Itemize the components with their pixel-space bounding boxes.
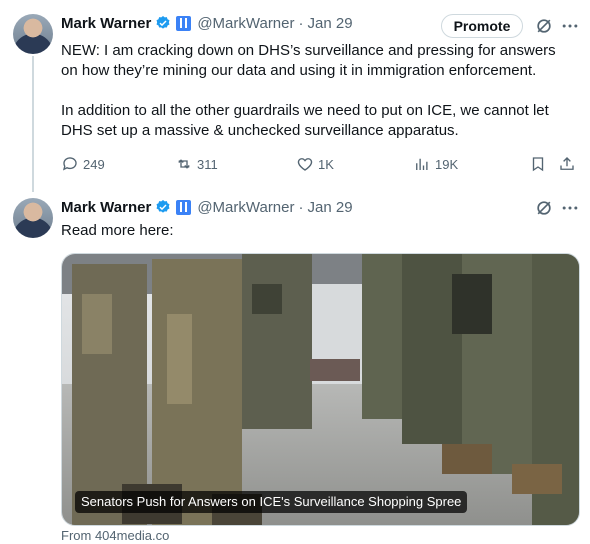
like-icon [297, 158, 313, 171]
author-name[interactable]: Mark Warner [61, 199, 151, 216]
article-image [62, 254, 579, 525]
like-button[interactable]: 1K [296, 154, 334, 174]
tweet-header: Mark Warner @MarkWarner · Jan 29 [61, 196, 353, 218]
avatar[interactable] [13, 14, 53, 54]
views-button[interactable]: 19K [413, 154, 458, 174]
verified-badge-icon [155, 15, 171, 31]
flag-badge-icon [176, 15, 192, 31]
avatar[interactable] [13, 198, 53, 238]
reply-button[interactable]: 249 [61, 154, 105, 174]
promote-button[interactable]: Promote [441, 14, 523, 38]
reply-icon [62, 157, 77, 171]
repost-button[interactable]: 311 [175, 154, 218, 174]
views-icon [416, 158, 428, 170]
grok-icon[interactable] [534, 198, 554, 218]
thread-line [32, 56, 34, 192]
tweet-date[interactable]: Jan 29 [308, 199, 353, 216]
views-count: 19K [435, 156, 459, 172]
link-card[interactable]: Senators Push for Answers on ICE's Surve… [61, 253, 580, 526]
card-source[interactable]: From 404media.co [61, 528, 169, 543]
repost-count: 311 [197, 156, 218, 172]
separator: · [298, 14, 304, 32]
share-icon [560, 157, 574, 170]
bookmark-icon [532, 157, 544, 172]
tweet-header: Mark Warner @MarkWarner · Jan 29 [61, 12, 353, 34]
repost-icon [178, 159, 190, 169]
tweet-actions: 249 311 1K 19K [61, 154, 581, 174]
more-icon[interactable] [560, 16, 580, 36]
like-count: 1K [318, 156, 334, 172]
separator: · [298, 198, 304, 216]
tweet-1[interactable]: Mark Warner @MarkWarner · Jan 29 Promote… [0, 0, 590, 192]
reply-count: 249 [83, 156, 105, 172]
more-icon[interactable] [560, 198, 580, 218]
flag-badge-icon [176, 199, 192, 215]
author-handle[interactable]: @MarkWarner [197, 199, 294, 216]
share-button[interactable] [558, 154, 576, 174]
verified-badge-icon [155, 199, 171, 215]
card-title: Senators Push for Answers on ICE's Surve… [75, 491, 468, 513]
author-handle[interactable]: @MarkWarner [197, 15, 294, 32]
tweet-text: Read more here: [61, 222, 174, 239]
bookmark-button[interactable] [529, 154, 547, 174]
author-name[interactable]: Mark Warner [61, 15, 151, 32]
tweet-text: NEW: I am cracking down on DHS’s surveil… [61, 42, 556, 139]
grok-icon[interactable] [534, 16, 554, 36]
tweet-date[interactable]: Jan 29 [308, 15, 353, 32]
